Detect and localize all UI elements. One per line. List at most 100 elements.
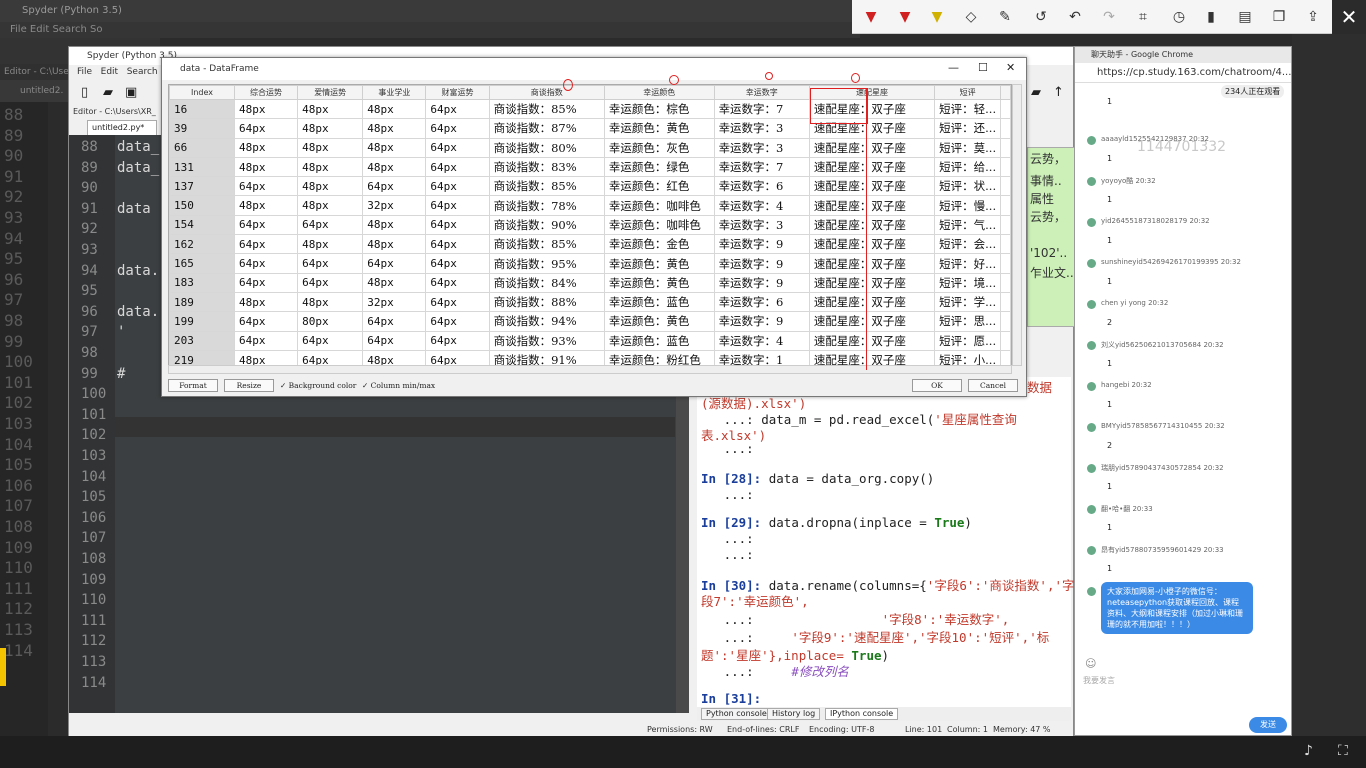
table-cell[interactable]: 商谈指数：85% [488, 176, 605, 197]
table-cell[interactable]: 速配星座：双子座 [808, 195, 936, 216]
table-cell[interactable]: 64px [362, 253, 427, 274]
editor-tab[interactable]: untitled2.py* [87, 120, 157, 136]
table-cell[interactable]: 48px [233, 349, 299, 365]
browse-icon[interactable]: ▰ [1031, 85, 1041, 100]
code-line[interactable]: data [117, 201, 151, 217]
table-cell[interactable]: 64px [425, 311, 490, 332]
table-cell[interactable]: 幸运数字：7 [713, 98, 810, 120]
table-cell[interactable]: 64px [297, 253, 364, 274]
table-cell[interactable]: 48px [233, 156, 299, 178]
row-index[interactable]: 162 [169, 234, 235, 255]
code-line[interactable]: data. [117, 304, 159, 320]
copy-icon[interactable]: ❐ [1270, 8, 1288, 26]
table-cell[interactable]: 64px [425, 349, 490, 365]
table-cell[interactable]: 商谈指数：78% [488, 195, 605, 216]
row-index[interactable]: 219 [169, 349, 235, 365]
table-cell[interactable]: 48px [233, 291, 299, 313]
table-cell[interactable]: 商谈指数：80% [488, 137, 605, 158]
table-cell[interactable]: 速配星座：双子座 [808, 176, 936, 197]
table-cell[interactable]: 幸运数字：9 [713, 234, 810, 255]
table-cell[interactable]: 幸运数字：6 [713, 291, 810, 313]
table-row[interactable]: 66 48px 48px 48px 64px 商谈指数：80% 幸运颜色：灰色 幸运数字：3 速… [169, 137, 1011, 158]
table-cell[interactable]: 商谈指数：83% [488, 156, 605, 178]
table-cell[interactable]: 幸运颜色：蓝色 [603, 291, 715, 313]
table-cell[interactable]: 32px [362, 291, 427, 313]
table-cell[interactable]: 幸运数字：1 [713, 349, 810, 365]
code-line[interactable]: data_ [117, 139, 159, 155]
table-cell[interactable]: 幸运数字：3 [713, 214, 810, 236]
table-cell[interactable]: 商谈指数：87% [488, 118, 605, 139]
table-cell[interactable]: 速配星座：双子座 [808, 272, 936, 293]
table-cell[interactable]: 48px [362, 234, 427, 255]
table-cell[interactable]: 64px [233, 118, 299, 139]
share-icon[interactable]: ⇪ [1304, 8, 1322, 26]
table-cell[interactable]: 商谈指数：94% [488, 311, 605, 332]
table-cell[interactable]: 幸运数字：3 [713, 118, 810, 139]
table-cell[interactable]: 48px [362, 118, 427, 139]
table-cell[interactable]: 48px [362, 137, 427, 158]
tab-history-log[interactable]: History log [767, 708, 821, 720]
column-header[interactable]: 财富运势 [425, 85, 490, 100]
column-header[interactable]: 爱情运势 [297, 85, 364, 100]
trash-icon[interactable]: ▮ [1202, 8, 1220, 26]
table-cell[interactable]: 速配星座：双子座 [808, 137, 936, 158]
pen-red2-icon[interactable]: ▼ [896, 8, 914, 26]
ipython-console[interactable]: 数据 (源数据).xlsx') ...: data_m = pd.read_ex… [697, 377, 1075, 711]
table-cell[interactable]: 速配星座：双子座 [808, 330, 936, 351]
table-cell[interactable]: 幸运颜色：咖啡色 [603, 195, 715, 216]
table-cell[interactable]: 48px [297, 291, 364, 313]
table-row[interactable]: 39 64px 48px 48px 64px 商谈指数：87% 幸运颜色：黄色 幸运数字：3 速… [169, 118, 1011, 139]
table-cell[interactable]: 幸运颜色：咖啡色 [603, 214, 715, 236]
table-cell[interactable]: 64px [233, 214, 299, 236]
table-cell[interactable]: 64px [425, 253, 490, 274]
variable-explorer[interactable]: 云势， 事情.. 属性 云势， '102'.. 乍业文.. [1027, 147, 1075, 327]
table-cell[interactable]: 64px [425, 156, 490, 178]
table-cell[interactable]: 短评：莫... [934, 137, 1002, 158]
table-cell[interactable]: 64px [233, 330, 299, 351]
table-cell[interactable]: 64px [297, 330, 364, 351]
table-cell[interactable]: 商谈指数：93% [488, 330, 605, 351]
table-cell[interactable]: 商谈指数：85% [488, 234, 605, 255]
table-cell[interactable]: 短评：会... [934, 234, 1002, 255]
ok-button[interactable]: OK [912, 379, 962, 392]
row-index[interactable]: 165 [169, 253, 235, 274]
table-cell[interactable]: 速配星座：双子座 [808, 234, 936, 255]
code-line[interactable]: data_ [117, 160, 159, 176]
pencil-icon[interactable]: ✎ [996, 8, 1014, 26]
table-cell[interactable]: 速配星座：双子座 [808, 349, 936, 365]
table-cell[interactable]: 幸运颜色：红色 [603, 176, 715, 197]
table-horizontal-scrollbar[interactable] [168, 365, 1012, 374]
table-cell[interactable]: 速配星座：双子座 [808, 214, 936, 236]
table-cell[interactable]: 64px [425, 195, 490, 216]
volume-icon[interactable]: ♪ [1304, 743, 1313, 759]
send-button[interactable]: 发送 [1249, 717, 1287, 733]
row-index[interactable]: 39 [169, 118, 235, 139]
table-cell[interactable]: 64px [362, 311, 427, 332]
row-index[interactable]: 16 [169, 98, 235, 120]
table-row[interactable]: 16 48px 48px 48px 64px 商谈指数：85% 幸运颜色：棕色 幸运数字：7 速… [169, 98, 1011, 120]
row-index[interactable]: 137 [169, 176, 235, 197]
table-cell[interactable]: 短评：慢... [934, 195, 1002, 216]
minimize-icon[interactable]: — [948, 61, 959, 74]
table-cell[interactable]: 48px [297, 137, 364, 158]
menu-file[interactable]: File [77, 67, 92, 77]
table-cell[interactable]: 幸运数字：4 [713, 330, 810, 351]
dataframe-table[interactable]: Index 综合运势 爱情运势 事业学业 财富运势 商谈指数 幸运颜色 幸运数字 速配星座 短评 … [168, 84, 1012, 366]
table-cell[interactable]: 幸运颜色：绿色 [603, 156, 715, 178]
table-cell[interactable]: 幸运数字：9 [713, 311, 810, 332]
table-cell[interactable]: 速配星座：双子座 [808, 291, 936, 313]
table-cell[interactable]: 短评：学... [934, 291, 1002, 313]
save-file-icon[interactable]: ▣ [125, 85, 137, 100]
table-cell[interactable]: 48px [297, 234, 364, 255]
table-cell[interactable]: 64px [362, 176, 427, 197]
table-cell[interactable]: 短评：境... [934, 272, 1002, 293]
parent-dir-icon[interactable]: ↑ [1053, 85, 1064, 100]
tab-ipython-console[interactable]: IPython console [825, 708, 899, 720]
table-cell[interactable]: 商谈指数：95% [488, 253, 605, 274]
table-cell[interactable]: 64px [233, 272, 299, 293]
cancel-button[interactable]: Cancel [968, 379, 1018, 392]
table-cell[interactable]: 速配星座：双子座 [808, 253, 936, 274]
table-cell[interactable]: 48px [362, 98, 427, 120]
row-index[interactable]: 131 [169, 156, 235, 178]
code-line[interactable]: ' [117, 324, 125, 340]
